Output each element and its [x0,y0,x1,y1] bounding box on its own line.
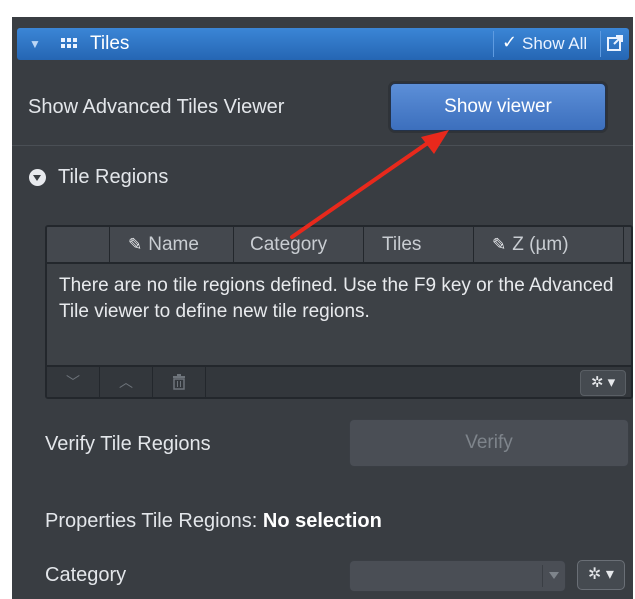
trash-icon [173,374,185,390]
gear-icon: ✲ [588,566,602,583]
collapse-icon[interactable]: ▼ [29,37,41,51]
pencil-icon: ✎ [492,235,507,254]
table-toolbar: ﹀ ︿ ✲ ▾ [47,365,631,397]
table-options-button[interactable]: ✲ ▾ [580,370,626,396]
pencil-icon: ✎ [128,235,143,254]
tile-regions-heading[interactable]: Tile Regions [58,166,168,189]
chevron-down-icon [549,572,559,579]
popout-icon[interactable] [607,35,623,51]
panel-title: Tiles [90,33,130,54]
chevron-down-icon: ﹀ [66,374,80,390]
move-down-button[interactable]: ﹀ [47,367,100,397]
section-divider [12,145,633,146]
select-divider [542,565,543,587]
dropdown-triangle-icon: ▾ [607,374,616,391]
delete-button[interactable] [153,367,206,397]
move-up-button[interactable]: ︿ [100,367,153,397]
column-header-z[interactable]: ✎ Z (µm) [473,227,624,262]
tiles-header[interactable]: ▼ Tiles ✓ Show All [17,28,629,60]
chevron-up-icon: ︿ [119,374,133,390]
verify-button[interactable]: Verify [349,419,629,467]
column-header-name[interactable]: ✎ Name [109,227,234,262]
tiles-icon [61,38,77,49]
column-header-select[interactable] [47,227,109,262]
header-divider [493,31,494,57]
tiles-panel: ▼ Tiles ✓ Show All Show Advanced Tiles V… [12,17,633,599]
selection-status: No selection [262,510,382,532]
properties-heading: Properties Tile Regions: No selection [45,510,382,532]
category-label: Category [45,564,127,586]
gear-icon: ✲ [590,374,604,391]
column-header-category[interactable]: Category [233,227,363,262]
category-options-button[interactable]: ✲ ▾ [577,560,625,590]
column-header-end [623,227,631,262]
category-select[interactable] [349,560,566,592]
table-header: ✎ Name Category Tiles ✎ Z (µm) [47,227,631,264]
verify-regions-label: Verify Tile Regions [45,433,211,455]
show-viewer-button[interactable]: Show viewer [390,83,606,131]
check-icon[interactable]: ✓ [502,32,517,53]
column-header-tiles[interactable]: Tiles [363,227,473,262]
advanced-viewer-label: Show Advanced Tiles Viewer [28,96,285,118]
show-all-toggle[interactable]: Show All [522,34,587,54]
collapse-section-icon[interactable] [29,169,46,186]
tile-regions-table: ✎ Name Category Tiles ✎ Z (µm) There are n… [45,225,633,399]
header-divider [600,31,601,57]
dropdown-triangle-icon: ▾ [605,566,614,583]
empty-table-message: There are no tile regions defined. Use t… [59,275,614,322]
